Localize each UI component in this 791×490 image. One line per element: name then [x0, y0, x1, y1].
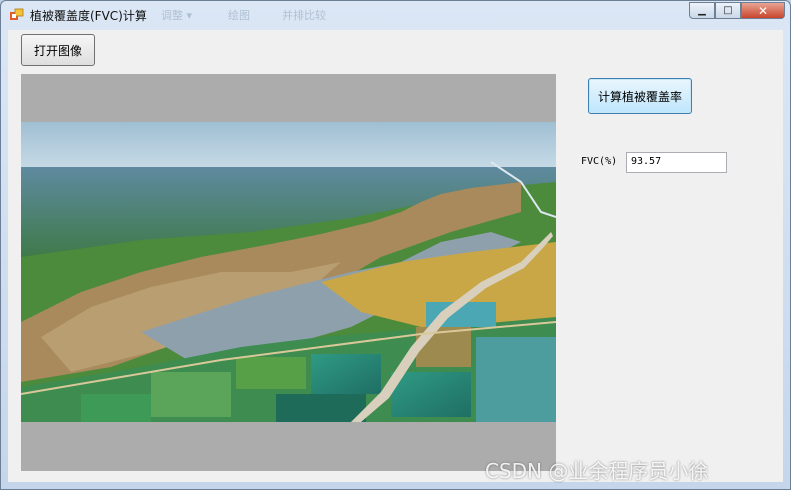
client-area: 打开图像 计算植被覆盖率 FVC(%) 93.57: [8, 30, 783, 482]
caption-buttons: ▁ □ ✕: [689, 2, 785, 20]
ghost-menu-item: 并排比较: [282, 9, 326, 22]
app-window: 植被覆盖度(FVC)计算 调整 ▾ 绘图 并排比较 ▁ □ ✕ 打开图像 计算植…: [0, 0, 791, 490]
compute-fvc-button[interactable]: 计算植被覆盖率: [588, 78, 692, 114]
open-image-button[interactable]: 打开图像: [21, 34, 95, 66]
watermark: CSDN @业余程序员小徐: [485, 459, 709, 483]
fvc-label: FVC(%): [581, 156, 618, 167]
aerial-landscape-image: [21, 122, 556, 422]
picture-box: [21, 74, 556, 471]
maximize-button[interactable]: □: [715, 2, 741, 19]
fvc-value-field[interactable]: 93.57: [626, 152, 727, 173]
title-bar[interactable]: 植被覆盖度(FVC)计算 调整 ▾ 绘图 并排比较 ▁ □ ✕: [1, 1, 790, 29]
ghost-menu-item: 调整 ▾: [161, 9, 193, 22]
app-icon: [10, 8, 24, 20]
minimize-button[interactable]: ▁: [689, 2, 715, 19]
ghost-menu-item: 绘图: [228, 9, 250, 22]
close-button[interactable]: ✕: [741, 2, 785, 19]
window-title: 植被覆盖度(FVC)计算: [30, 9, 147, 23]
